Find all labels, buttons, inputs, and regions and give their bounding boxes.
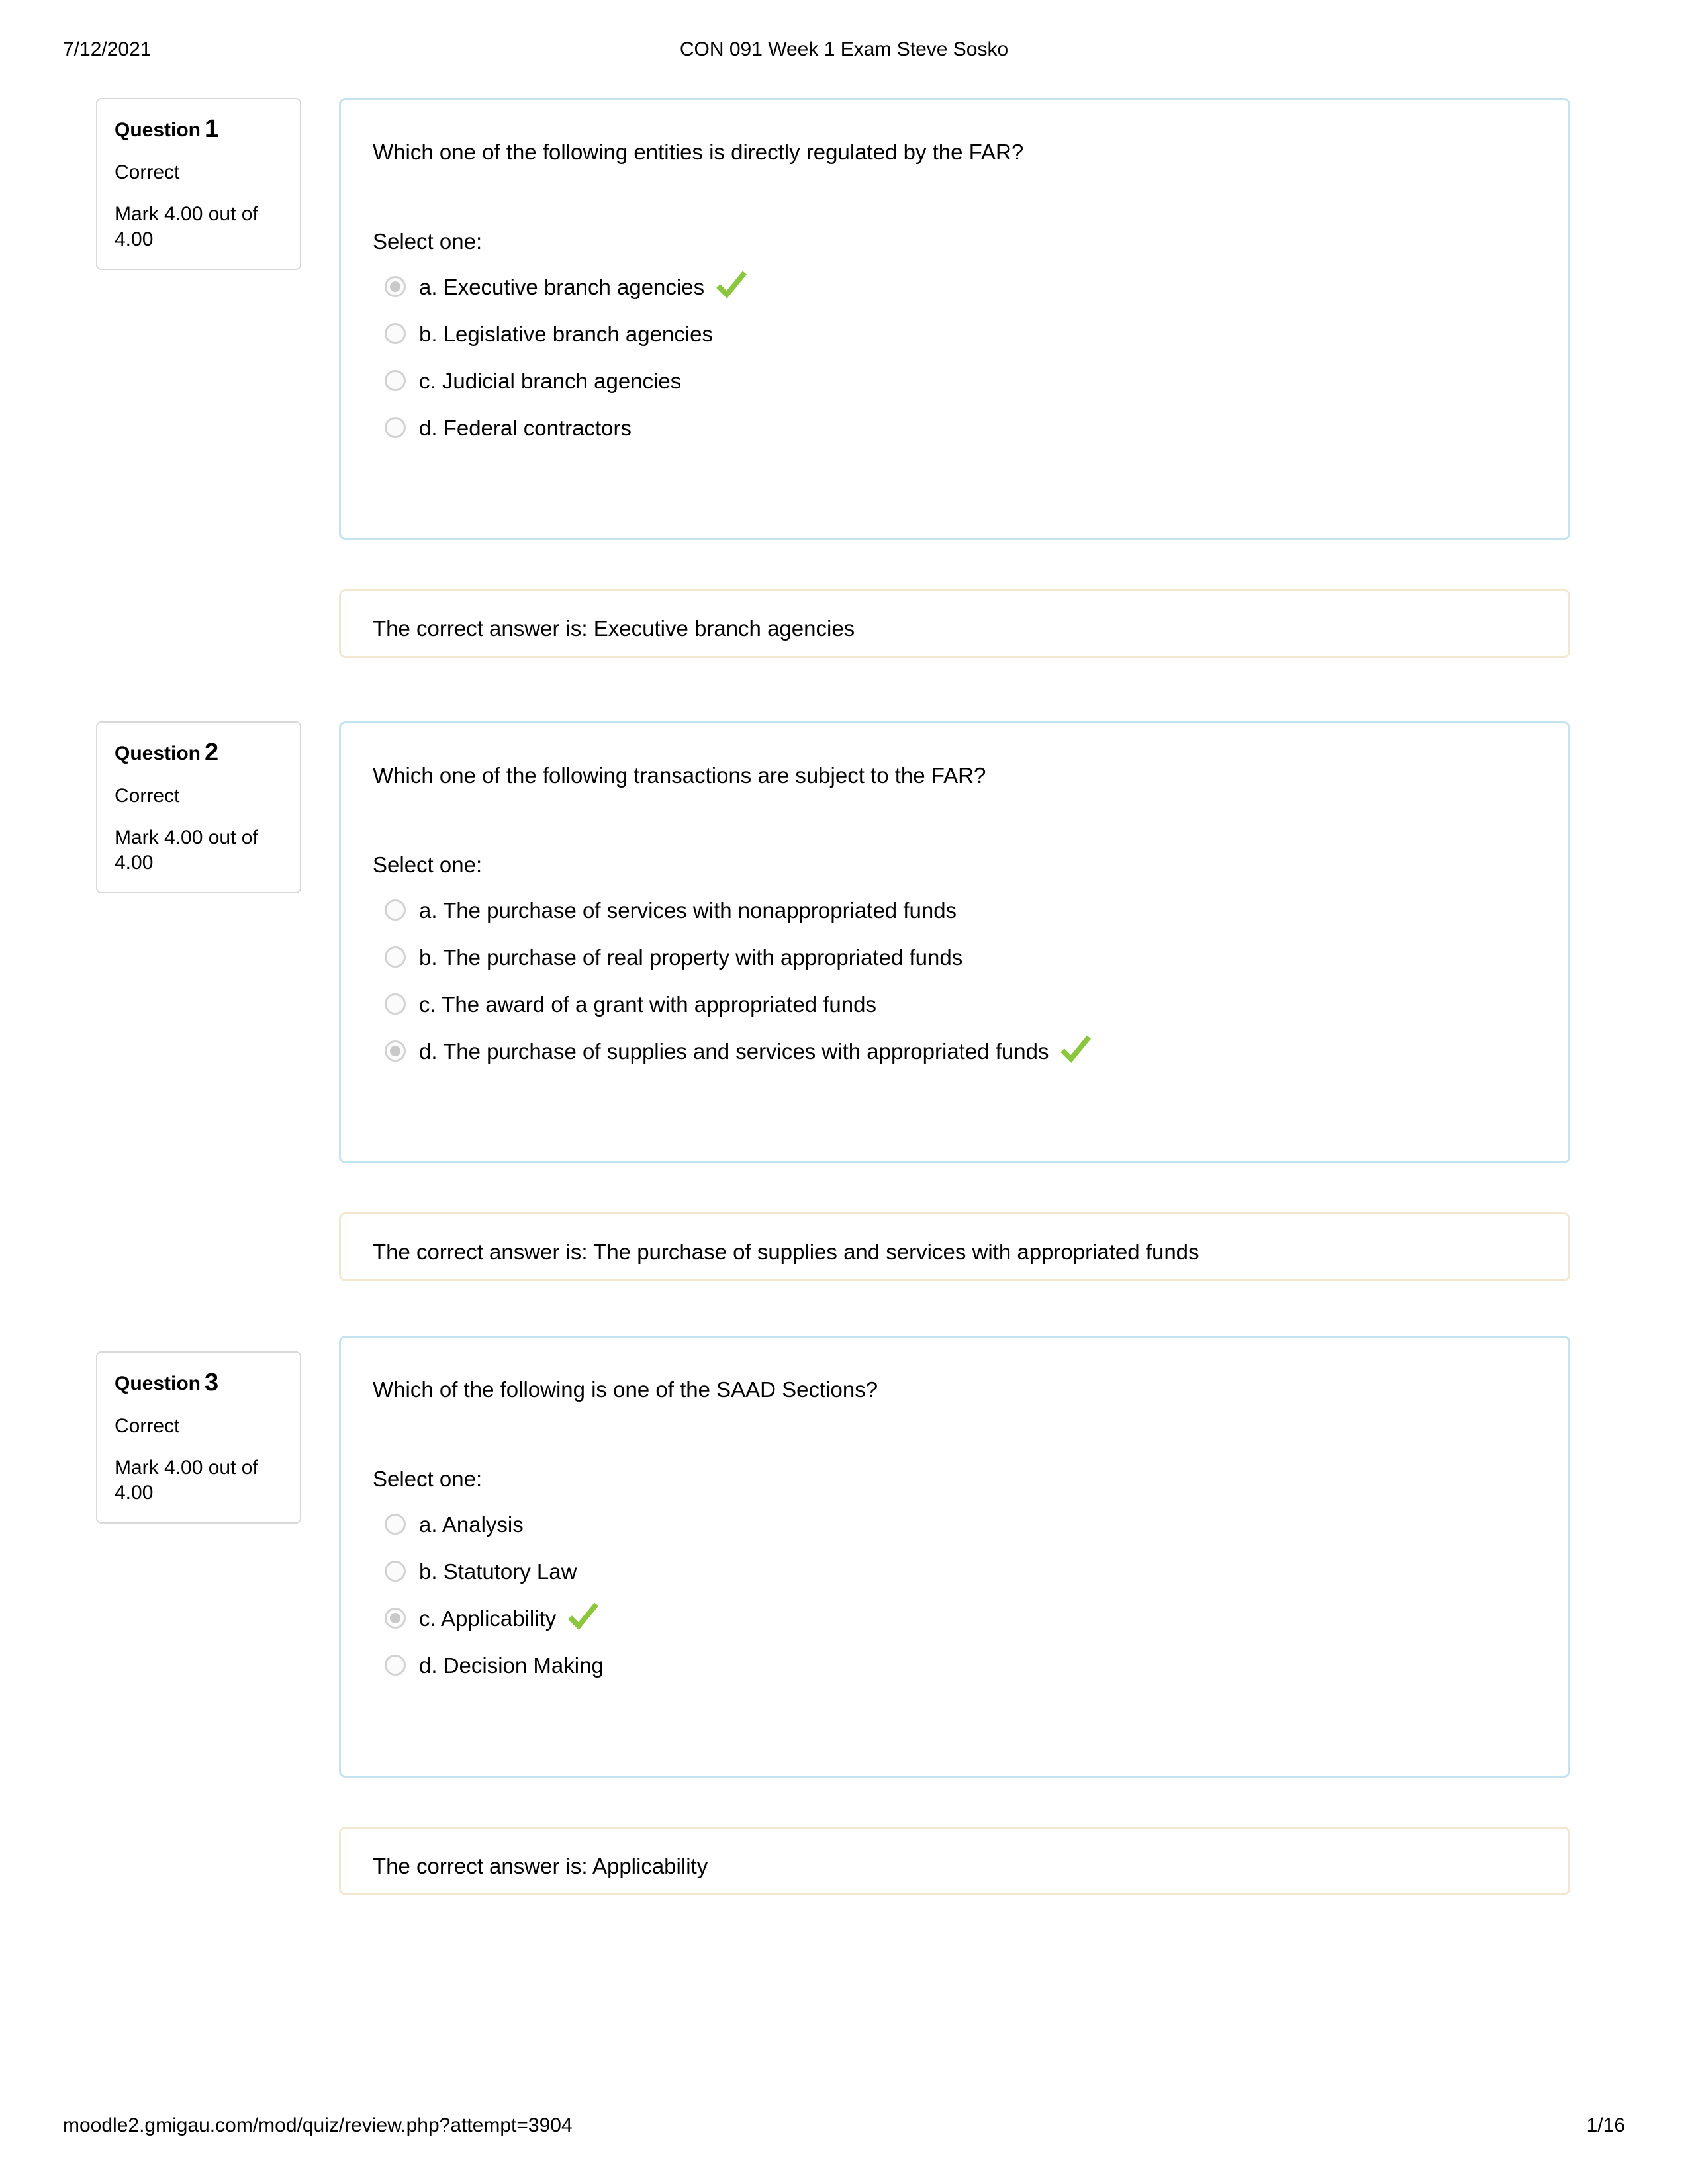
question-mark: Mark 4.00 out of 4.00 [115,1457,258,1504]
radio-button-selected[interactable] [385,1607,406,1629]
question-state: Correct [115,785,180,807]
answer-option-label: a. Executive branch agencies [419,274,705,299]
answer-option-label: a. The purchase of services with nonappr… [419,897,957,923]
radio-button[interactable] [385,993,406,1015]
answer-options-list: a. Executive branch agencies b. Legislati… [341,256,1568,479]
answer-option-label: a. Analysis [419,1512,524,1537]
question-card: Which one of the following entities is d… [339,98,1570,540]
question-text: Which of the following is one of the SAA… [373,1377,878,1402]
answer-option-label: d. Federal contractors [419,415,632,440]
answer-option[interactable]: b. The purchase of real property with ap… [373,941,1536,974]
question-heading: Question 3 [115,1370,284,1395]
question-text: Which one of the following entities is d… [373,140,1024,164]
answer-option-label: d. Decision Making [419,1653,604,1678]
question-info-box: Question 3 Correct Mark 4.00 out of 4.00 [96,1351,301,1524]
print-header: 7/12/2021 CON 091 Week 1 Exam Steve Sosk… [0,36,1688,63]
question-number: 1 [205,115,219,143]
answer-option[interactable]: d. Decision Making [373,1649,1536,1682]
radio-button[interactable] [385,1654,406,1676]
question-state: Correct [115,1415,180,1437]
correct-check-icon [568,1602,599,1630]
answer-option-label: b. The purchase of real property with ap… [419,944,963,970]
answer-option-label: c. The award of a grant with appropriate… [419,991,876,1017]
answer-option[interactable]: b. Legislative branch agencies [373,318,1536,351]
print-footer: moodle2.gmigau.com/mod/quiz/review.php?a… [0,2113,1688,2139]
question-info-box: Question 1 Correct Mark 4.00 out of 4.00 [96,98,301,270]
question-card: Which one of the following transactions … [339,721,1570,1163]
answer-options-list: a. The purchase of services with nonappr… [341,880,1568,1103]
radio-button-selected[interactable] [385,275,406,297]
correct-check-icon [1060,1035,1092,1063]
answer-option[interactable]: a. The purchase of services with nonappr… [373,894,1536,927]
answer-option[interactable]: d. Federal contractors [373,412,1536,445]
answer-option[interactable]: c. The award of a grant with appropriate… [373,988,1536,1021]
answer-option-label: d. The purchase of supplies and services… [419,1038,1049,1064]
radio-button[interactable] [385,322,406,344]
select-one-label: Select one: [373,228,483,253]
correct-answer-text: The correct answer is: Applicability [373,1854,708,1878]
question-card: Which of the following is one of the SAA… [339,1336,1570,1778]
correct-answer-text: The correct answer is: Executive branch … [373,616,855,641]
radio-button[interactable] [385,1513,406,1535]
radio-button-selected[interactable] [385,1040,406,1062]
question-state: Correct [115,161,180,183]
correct-check-icon [716,271,747,298]
select-one-label: Select one: [373,852,483,877]
question-info-box: Question 2 Correct Mark 4.00 out of 4.00 [96,721,301,893]
question-mark: Mark 4.00 out of 4.00 [115,203,258,250]
feedback-box: The correct answer is: The purchase of s… [339,1212,1570,1281]
answer-option-label: b. Legislative branch agencies [419,321,713,346]
radio-button[interactable] [385,369,406,391]
answer-option-label: c. Judicial branch agencies [419,368,682,393]
radio-button[interactable] [385,946,406,968]
answer-option[interactable]: c. Applicability [373,1602,1536,1635]
select-one-label: Select one: [373,1466,483,1491]
answer-option[interactable]: d. The purchase of supplies and services… [373,1035,1536,1068]
radio-button[interactable] [385,416,406,438]
question-mark: Mark 4.00 out of 4.00 [115,827,258,874]
print-source-url: moodle2.gmigau.com/mod/quiz/review.php?a… [63,2115,573,2136]
question-number: 2 [205,739,219,766]
radio-button[interactable] [385,899,406,921]
answer-option[interactable]: b. Statutory Law [373,1555,1536,1588]
answer-option[interactable]: a. Analysis [373,1508,1536,1541]
question-number: 3 [205,1369,219,1396]
question-heading: Question 2 [115,740,284,765]
question-word: Question [115,743,201,764]
print-page-number: 1/16 [1586,2115,1625,2136]
answer-option-label: b. Statutory Law [419,1559,577,1584]
question-word: Question [115,119,201,141]
question-word: Question [115,1373,201,1394]
answer-options-list: a. Analysis b. Statutory Law c. Applicabil… [341,1494,1568,1717]
answer-option[interactable]: a. Executive branch agencies [373,271,1536,304]
question-heading: Question 1 [115,116,284,142]
feedback-box: The correct answer is: Executive branch … [339,589,1570,658]
question-text: Which one of the following transactions … [373,763,986,788]
radio-button[interactable] [385,1560,406,1582]
feedback-box: The correct answer is: Applicability [339,1827,1570,1895]
answer-option[interactable]: c. Judicial branch agencies [373,365,1536,398]
answer-option-label: c. Applicability [419,1606,557,1631]
correct-answer-text: The correct answer is: The purchase of s… [373,1240,1199,1264]
print-document-title: CON 091 Week 1 Exam Steve Sosko [679,38,1009,60]
